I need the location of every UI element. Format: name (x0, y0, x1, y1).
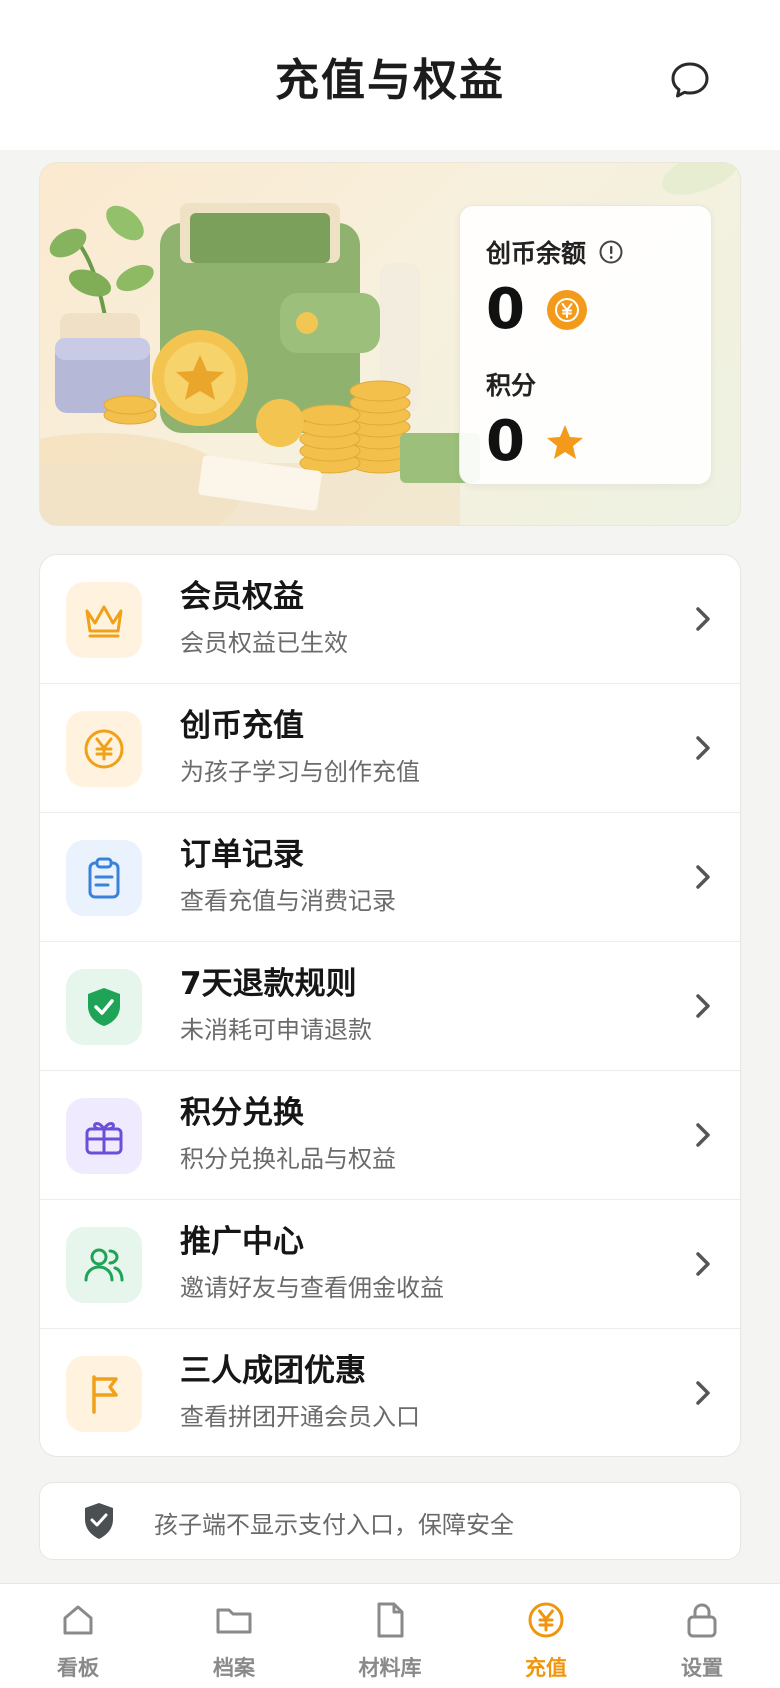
menu-list: 会员权益 会员权益已生效 创币充值 为孩子学习与创作充值 订单记录 查看充值与消… (39, 554, 741, 1457)
balance-hero-banner: 创币余额 0 积分 0 (39, 162, 741, 526)
menu-item-member-benefits[interactable]: 会员权益 会员权益已生效 (40, 555, 740, 684)
tab-label: 档案 (213, 1656, 255, 1680)
shield-check-icon (85, 1503, 113, 1539)
menu-subtitle: 为孩子学习与创作充值 (180, 758, 420, 786)
file-icon (377, 1602, 404, 1638)
menu-subtitle: 邀请好友与查看佣金收益 (180, 1274, 444, 1302)
menu-subtitle: 查看拼团开通会员入口 (180, 1403, 420, 1431)
balance-card: 创币余额 0 积分 0 (459, 205, 712, 485)
tab-label: 设置 (681, 1656, 723, 1680)
tab-label: 看板 (57, 1656, 99, 1680)
chevron-right-icon (688, 857, 718, 897)
points-label: 积分 (486, 371, 537, 400)
menu-title: 三人成团优惠 (180, 1353, 366, 1389)
menu-title: 7天退款规则 (180, 966, 357, 1002)
menu-subtitle: 积分兑换礼品与权益 (180, 1145, 396, 1173)
menu-subtitle: 会员权益已生效 (180, 629, 348, 657)
tab-dashboard[interactable]: 看板 (0, 1584, 156, 1688)
coin-value-row: 0 (486, 280, 685, 340)
users-icon (84, 1248, 124, 1282)
menu-item-group-discount[interactable]: 三人成团优惠 查看拼团开通会员入口 (40, 1329, 740, 1456)
chevron-right-icon (688, 728, 718, 768)
folder-icon (216, 1608, 252, 1634)
safety-notice: 孩子端不显示支付入口，保障安全 (39, 1482, 741, 1560)
menu-title: 推广中心 (180, 1224, 304, 1260)
menu-subtitle: 未消耗可申请退款 (180, 1016, 372, 1044)
menu-icon-bg (66, 840, 142, 916)
flag-icon (92, 1375, 118, 1414)
notice-text: 孩子端不显示支付入口，保障安全 (154, 1511, 514, 1539)
tab-archive[interactable]: 档案 (156, 1584, 312, 1688)
tab-label: 材料库 (358, 1656, 422, 1680)
chevron-right-icon (688, 1244, 718, 1284)
clipboard-icon (88, 857, 120, 899)
menu-item-refund-rules[interactable]: 7天退款规则 未消耗可申请退款 (40, 942, 740, 1071)
menu-item-coin-recharge[interactable]: 创币充值 为孩子学习与创作充值 (40, 684, 740, 813)
info-icon[interactable] (598, 239, 624, 265)
shield-check-icon (88, 988, 120, 1026)
menu-icon-bg (66, 1227, 142, 1303)
menu-item-order-records[interactable]: 订单记录 查看充值与消费记录 (40, 813, 740, 942)
yuan-coin-icon (546, 290, 587, 330)
crown-icon (85, 605, 123, 638)
tab-settings[interactable]: 设置 (624, 1584, 780, 1688)
chevron-right-icon (688, 986, 718, 1026)
page-title: 充值与权益 (275, 55, 505, 106)
tab-label: 充值 (525, 1656, 567, 1680)
points-value-row: 0 (486, 412, 685, 472)
menu-icon-bg (66, 1098, 142, 1174)
message-button[interactable] (666, 56, 714, 104)
menu-icon-bg (66, 711, 142, 787)
menu-icon-bg (66, 1356, 142, 1432)
star-icon (546, 425, 583, 459)
coin-balance-row: 创币余额 (486, 234, 685, 270)
points-value: 0 (486, 409, 525, 474)
menu-subtitle: 查看充值与消费记录 (180, 887, 396, 915)
bottom-tab-bar: 看板 档案 材料库 充值 设置 (0, 1583, 780, 1688)
tab-materials[interactable]: 材料库 (312, 1584, 468, 1688)
chevron-right-icon (688, 1373, 718, 1413)
coin-balance-value: 0 (486, 277, 525, 342)
gift-icon (85, 1122, 123, 1155)
top-header: 充值与权益 (0, 0, 780, 150)
tab-recharge[interactable]: 充值 (468, 1584, 624, 1688)
lock-icon (687, 1603, 717, 1638)
coin-balance-label: 创币余额 (486, 239, 587, 268)
yuan-coin-icon (528, 1602, 564, 1638)
menu-icon-bg (66, 969, 142, 1045)
menu-title: 订单记录 (180, 837, 304, 873)
menu-title: 积分兑换 (180, 1095, 304, 1131)
yuan-coin-icon (84, 729, 124, 769)
menu-title: 会员权益 (180, 579, 304, 615)
chevron-right-icon (688, 599, 718, 639)
chevron-right-icon (688, 1115, 718, 1155)
menu-icon-bg (66, 582, 142, 658)
menu-item-promotion-center[interactable]: 推广中心 邀请好友与查看佣金收益 (40, 1200, 740, 1329)
home-icon (63, 1605, 93, 1635)
menu-item-points-exchange[interactable]: 积分兑换 积分兑换礼品与权益 (40, 1071, 740, 1200)
chat-bubble-icon (671, 62, 709, 98)
menu-title: 创币充值 (180, 708, 304, 744)
